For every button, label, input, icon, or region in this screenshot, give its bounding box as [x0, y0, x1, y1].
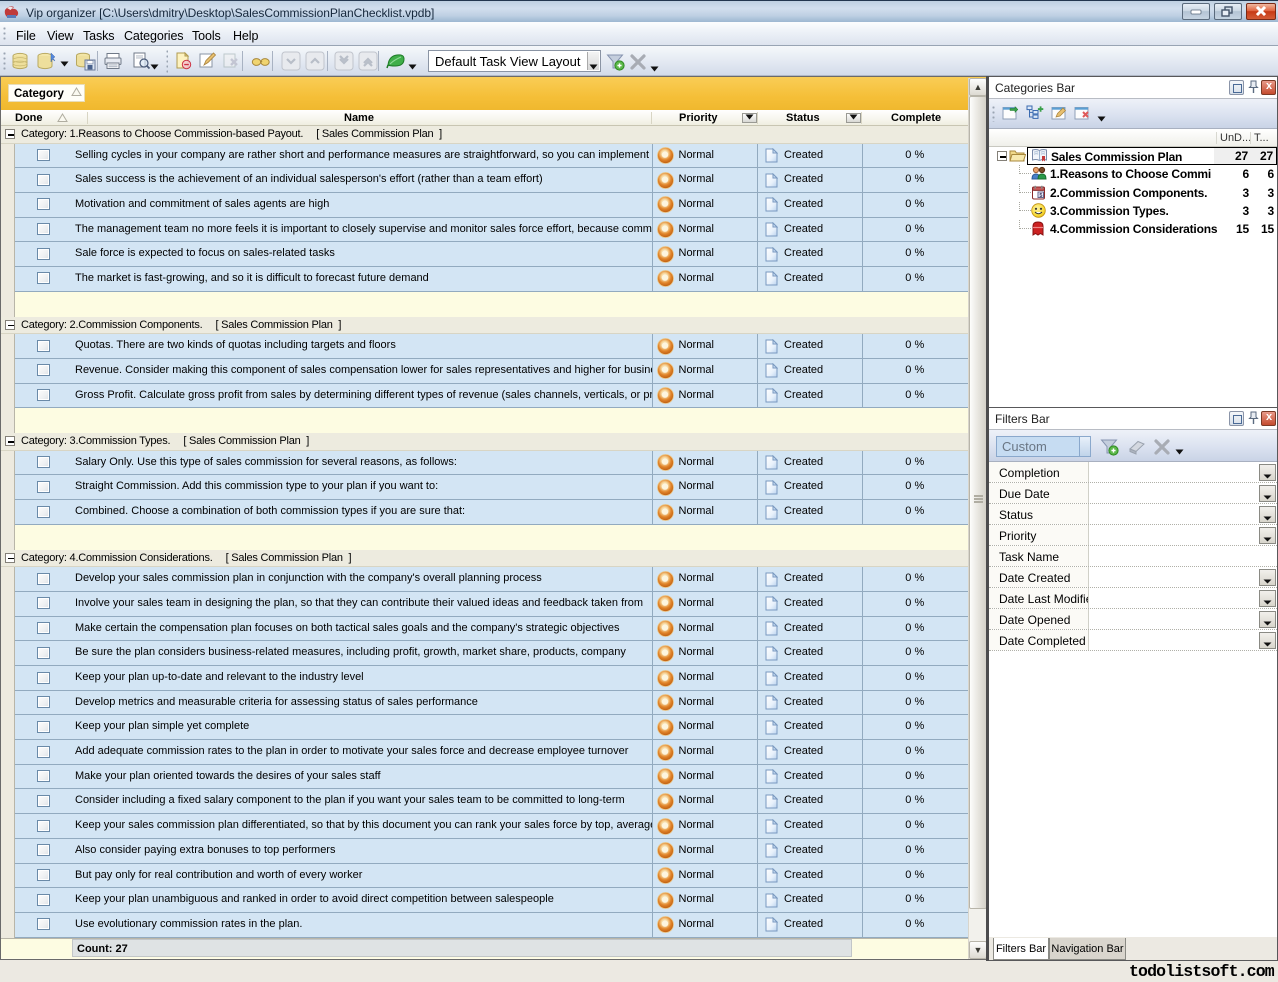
svg-text:5: 5	[1039, 192, 1042, 198]
